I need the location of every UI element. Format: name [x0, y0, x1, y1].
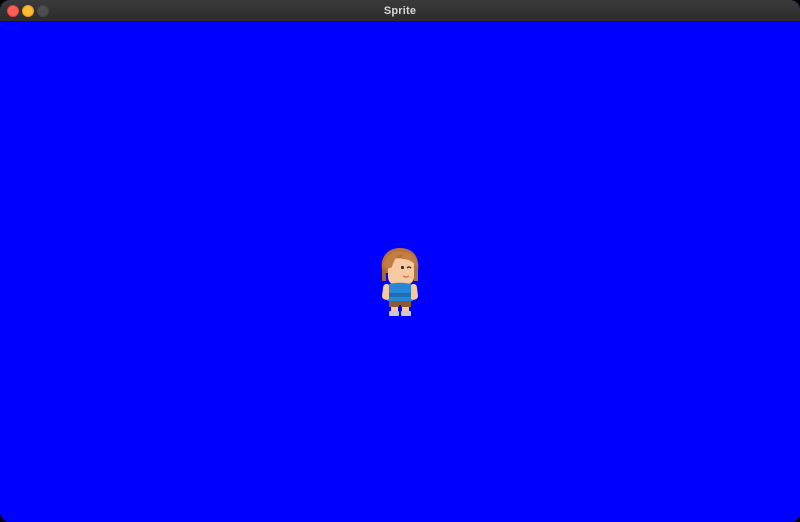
game-canvas[interactable]	[0, 22, 800, 522]
title-bar[interactable]: Sprite	[0, 0, 800, 22]
window-title: Sprite	[383, 5, 417, 17]
character-sprite-icon	[381, 248, 419, 316]
app-window: Sprite	[0, 0, 800, 522]
